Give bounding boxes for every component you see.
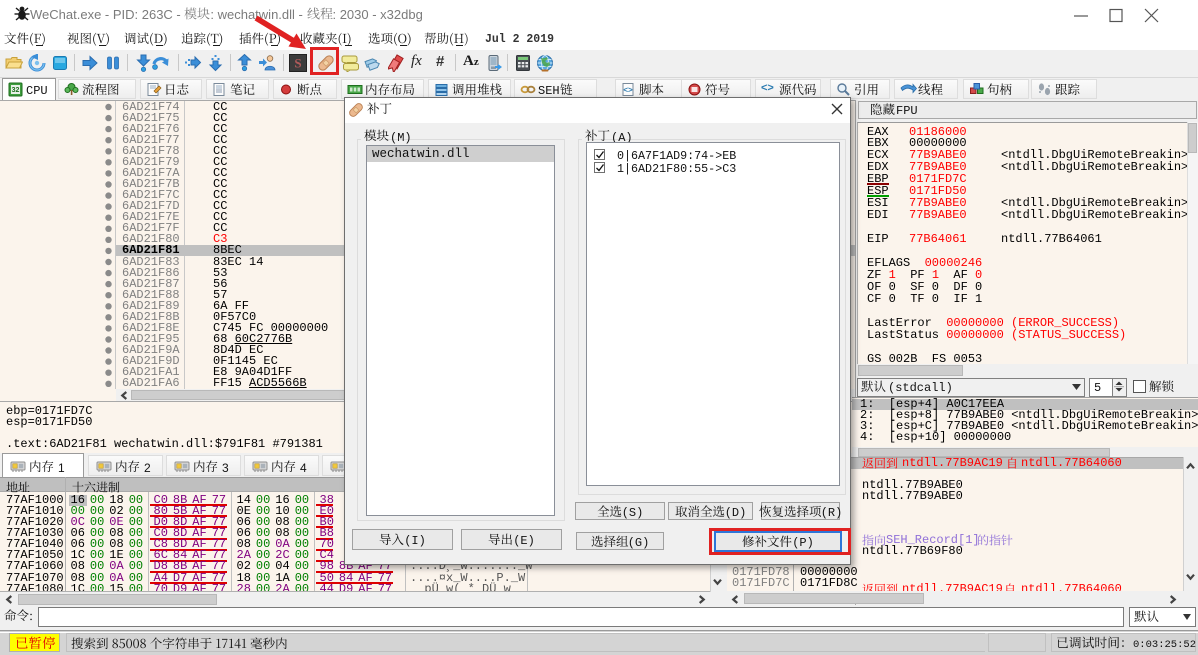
svg-text:S: S	[294, 56, 301, 71]
svg-text:<>: <>	[623, 86, 633, 95]
svg-text:32: 32	[12, 87, 20, 94]
